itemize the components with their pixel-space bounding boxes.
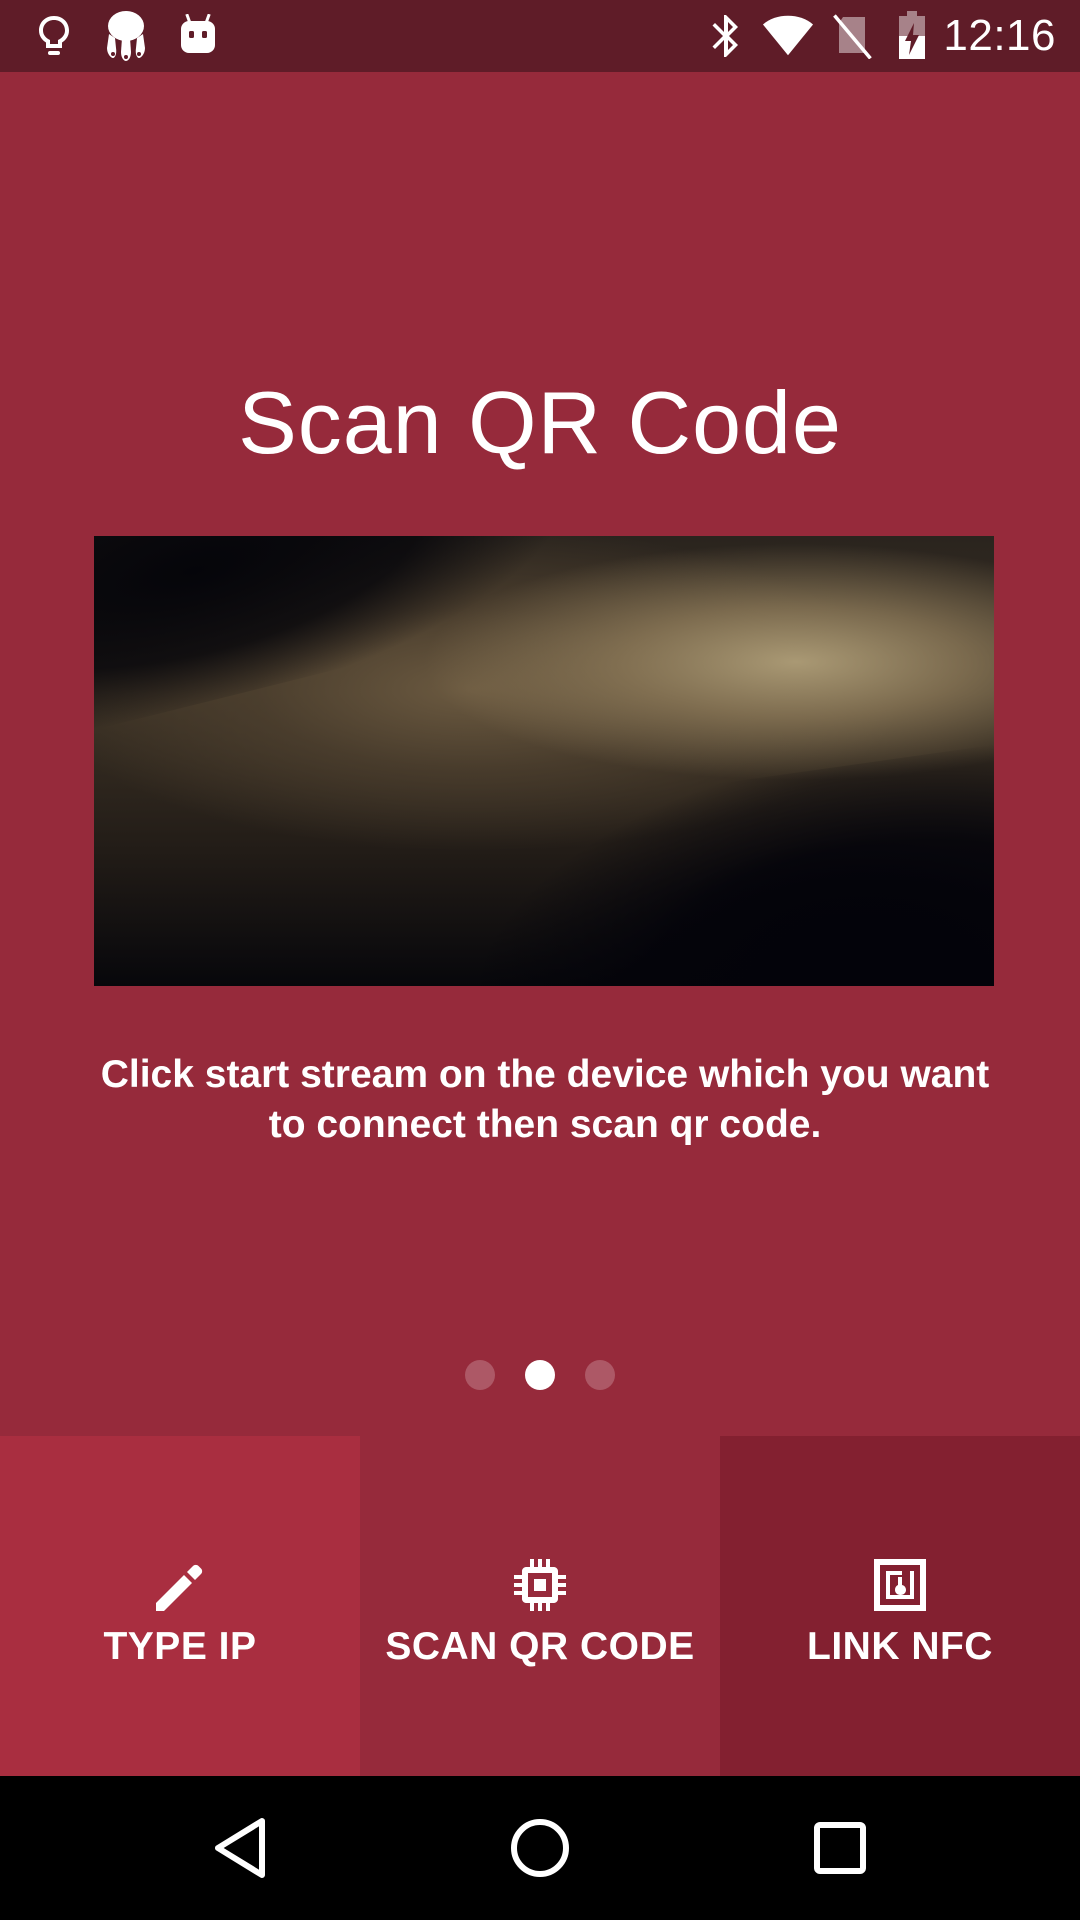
lightbulb-icon bbox=[28, 10, 80, 62]
type-ip-button[interactable]: TYPE IP bbox=[0, 1436, 360, 1776]
home-icon[interactable] bbox=[504, 1812, 576, 1884]
scan-qr-code-button[interactable]: SCAN QR CODE bbox=[360, 1436, 720, 1776]
page-dot bbox=[585, 1360, 615, 1390]
scan-qr-code-label: SCAN QR CODE bbox=[385, 1625, 695, 1668]
page-dot-active bbox=[525, 1360, 555, 1390]
link-nfc-button[interactable]: LINK NFC bbox=[720, 1436, 1080, 1776]
type-ip-label: TYPE IP bbox=[103, 1625, 257, 1668]
camera-preview[interactable] bbox=[94, 536, 994, 986]
link-nfc-label: LINK NFC bbox=[807, 1625, 993, 1668]
instruction-text: Click start stream on the device which y… bbox=[100, 1053, 990, 1146]
app-notification-icon bbox=[100, 10, 152, 62]
wifi-icon bbox=[762, 10, 814, 62]
android-icon bbox=[172, 10, 224, 62]
navigation-bar bbox=[0, 1776, 1080, 1920]
nfc-icon bbox=[868, 1553, 932, 1617]
bluetooth-icon bbox=[700, 10, 752, 62]
page-indicator bbox=[0, 1360, 1080, 1390]
chip-icon bbox=[508, 1553, 572, 1617]
page-dot bbox=[465, 1360, 495, 1390]
status-time: 12:16 bbox=[943, 11, 1056, 60]
back-icon[interactable] bbox=[204, 1812, 276, 1884]
app-screen: 12:16 Scan QR Code Click start stream on… bbox=[0, 0, 1080, 1920]
main-content: Scan QR Code Click start stream on the d… bbox=[0, 72, 1080, 1436]
pencil-icon bbox=[148, 1553, 212, 1617]
recents-icon[interactable] bbox=[804, 1812, 876, 1884]
status-bar: 12:16 bbox=[0, 0, 1080, 72]
battery-charging-icon bbox=[886, 10, 938, 62]
action-bar: TYPE IP SCAN QR CODE LINK NFC bbox=[0, 1436, 1080, 1776]
no-sim-icon bbox=[826, 10, 878, 62]
page-title: Scan QR Code bbox=[238, 373, 842, 472]
